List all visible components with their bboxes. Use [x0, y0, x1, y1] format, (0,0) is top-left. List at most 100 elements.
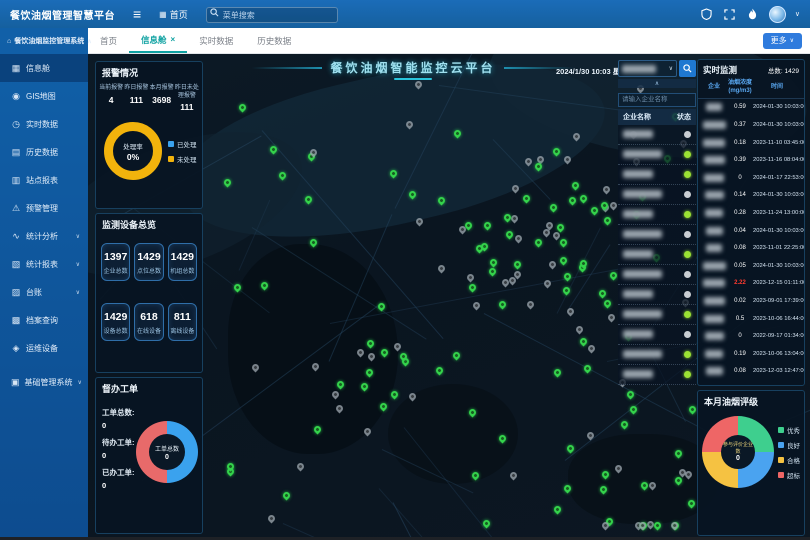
- map-pin[interactable]: [549, 203, 559, 213]
- nav-home[interactable]: ▦ 首页: [149, 8, 198, 21]
- company-name-input[interactable]: [618, 93, 696, 107]
- hamburger-menu-icon[interactable]: ≡: [125, 6, 149, 22]
- company-row[interactable]: [618, 225, 696, 245]
- realtime-row[interactable]: 0.052024-01-30 10:03:00: [698, 257, 804, 275]
- map-pin[interactable]: [522, 193, 532, 203]
- sidebar-item-realtime-data[interactable]: ◷实时数据: [0, 110, 88, 138]
- tab-4[interactable]: 历史数据: [245, 28, 303, 53]
- close-tab-icon[interactable]: ×: [171, 35, 176, 44]
- sidebar-item-ledger[interactable]: ▨台账∨: [0, 278, 88, 306]
- company-row[interactable]: [618, 185, 696, 205]
- map-pin[interactable]: [526, 300, 536, 310]
- map-pin[interactable]: [565, 307, 575, 317]
- user-avatar[interactable]: [769, 6, 786, 23]
- sidebar-item-archive-query[interactable]: ▩档案查询: [0, 306, 88, 334]
- company-row[interactable]: [618, 345, 696, 365]
- sidebar-item-stat-analysis[interactable]: ∿统计分析∨: [0, 222, 88, 250]
- map-pin[interactable]: [589, 205, 599, 215]
- map-pin[interactable]: [508, 471, 518, 481]
- collapse-toggle[interactable]: ∧: [618, 79, 696, 88]
- map-pin[interactable]: [556, 222, 566, 232]
- tab-3[interactable]: 实时数据: [187, 28, 245, 53]
- fullscreen-icon[interactable]: [723, 7, 737, 21]
- realtime-row[interactable]: 0.022023-09-01 17:39:00: [698, 292, 804, 310]
- map-pin[interactable]: [267, 513, 277, 523]
- map-pin[interactable]: [558, 237, 568, 247]
- company-row[interactable]: [618, 125, 696, 145]
- flame-icon[interactable]: [746, 7, 760, 21]
- sidebar-item-stat-report[interactable]: ▧统计报表∨: [0, 250, 88, 278]
- realtime-row[interactable]: 0.082023-12-03 12:47:00: [698, 363, 804, 381]
- realtime-row[interactable]: 0.592024-01-30 10:03:00: [698, 99, 804, 117]
- map-pin[interactable]: [296, 462, 306, 472]
- map-pin[interactable]: [582, 363, 592, 373]
- company-row[interactable]: [618, 205, 696, 225]
- map-pin[interactable]: [543, 278, 553, 288]
- company-row[interactable]: [618, 245, 696, 265]
- company-row[interactable]: [618, 365, 696, 385]
- map-pin[interactable]: [534, 237, 544, 247]
- sidebar-item-alarm-manage[interactable]: ⚠预警管理: [0, 194, 88, 222]
- map-pin[interactable]: [579, 193, 589, 203]
- map-pin[interactable]: [574, 325, 584, 335]
- map-pin[interactable]: [434, 365, 444, 375]
- sidebar-item-base-system[interactable]: ▣基础管理系统∨: [0, 368, 88, 396]
- map-pin[interactable]: [547, 259, 557, 269]
- map-pin[interactable]: [586, 344, 596, 354]
- shield-icon[interactable]: [700, 7, 714, 21]
- menu-search-input[interactable]: [206, 7, 338, 23]
- tab-2[interactable]: 信息舱×: [129, 28, 187, 53]
- map-pin[interactable]: [504, 230, 514, 240]
- map-pin[interactable]: [487, 267, 497, 277]
- company-row[interactable]: [618, 265, 696, 285]
- realtime-row[interactable]: 0.372024-01-30 10:03:00: [698, 116, 804, 134]
- company-row[interactable]: [618, 285, 696, 305]
- map-pin[interactable]: [603, 298, 613, 308]
- map-pin[interactable]: [571, 181, 581, 191]
- company-filter-select[interactable]: ∨: [618, 60, 677, 77]
- realtime-row[interactable]: 02024-01-17 22:53:00: [698, 169, 804, 187]
- map-pin[interactable]: [558, 255, 568, 265]
- map-pin[interactable]: [553, 367, 563, 377]
- company-row[interactable]: [618, 305, 696, 325]
- map-pin[interactable]: [567, 195, 577, 205]
- map-pin[interactable]: [502, 213, 512, 223]
- realtime-row[interactable]: 0.52023-10-06 16:44:00: [698, 310, 804, 328]
- company-row[interactable]: [618, 165, 696, 185]
- more-button[interactable]: 更多 ∨: [763, 33, 802, 49]
- map-pin[interactable]: [513, 260, 523, 270]
- map-pin[interactable]: [437, 263, 447, 273]
- company-row[interactable]: [618, 325, 696, 345]
- company-search-button[interactable]: [679, 60, 696, 77]
- map-pin[interactable]: [514, 233, 524, 243]
- realtime-row[interactable]: 2.222023-12-15 01:11:00: [698, 275, 804, 293]
- map-pin[interactable]: [607, 313, 617, 323]
- realtime-row[interactable]: 02022-09-17 01:34:00: [698, 327, 804, 345]
- realtime-row[interactable]: 0.182023-11-10 03:45:00: [698, 134, 804, 152]
- map-pin[interactable]: [553, 505, 563, 515]
- sidebar-item-history-data[interactable]: ▤历史数据: [0, 138, 88, 166]
- map-pin[interactable]: [468, 283, 478, 293]
- map-pin[interactable]: [579, 337, 589, 347]
- map-pin[interactable]: [452, 351, 462, 361]
- sidebar-system-title[interactable]: ⌂ 餐饮油烟监控管理系统 ∧: [0, 28, 88, 54]
- realtime-row[interactable]: 0.192023-10-06 13:04:00: [698, 345, 804, 363]
- realtime-row[interactable]: 0.042024-01-30 10:03:00: [698, 222, 804, 240]
- map-pin[interactable]: [483, 220, 493, 230]
- map-pin[interactable]: [620, 420, 630, 430]
- realtime-row[interactable]: 0.392023-11-16 08:04:00: [698, 151, 804, 169]
- map-pin[interactable]: [471, 301, 481, 311]
- map-pin[interactable]: [603, 215, 613, 225]
- sidebar-item-gis-map[interactable]: ◉GIS地图: [0, 82, 88, 110]
- realtime-row[interactable]: 0.082023-11-01 22:25:00: [698, 239, 804, 257]
- company-row[interactable]: [618, 145, 696, 165]
- map-pin[interactable]: [282, 491, 292, 501]
- map-pin[interactable]: [488, 257, 498, 267]
- map-pin[interactable]: [390, 390, 400, 400]
- sidebar-item-ops-device[interactable]: ◈运维设备: [0, 334, 88, 362]
- map-pin[interactable]: [465, 272, 475, 282]
- tab-1[interactable]: 首页: [88, 28, 129, 53]
- user-menu-chevron-icon[interactable]: ∨: [795, 10, 800, 18]
- map-pin[interactable]: [601, 185, 611, 195]
- map-pin[interactable]: [628, 404, 638, 414]
